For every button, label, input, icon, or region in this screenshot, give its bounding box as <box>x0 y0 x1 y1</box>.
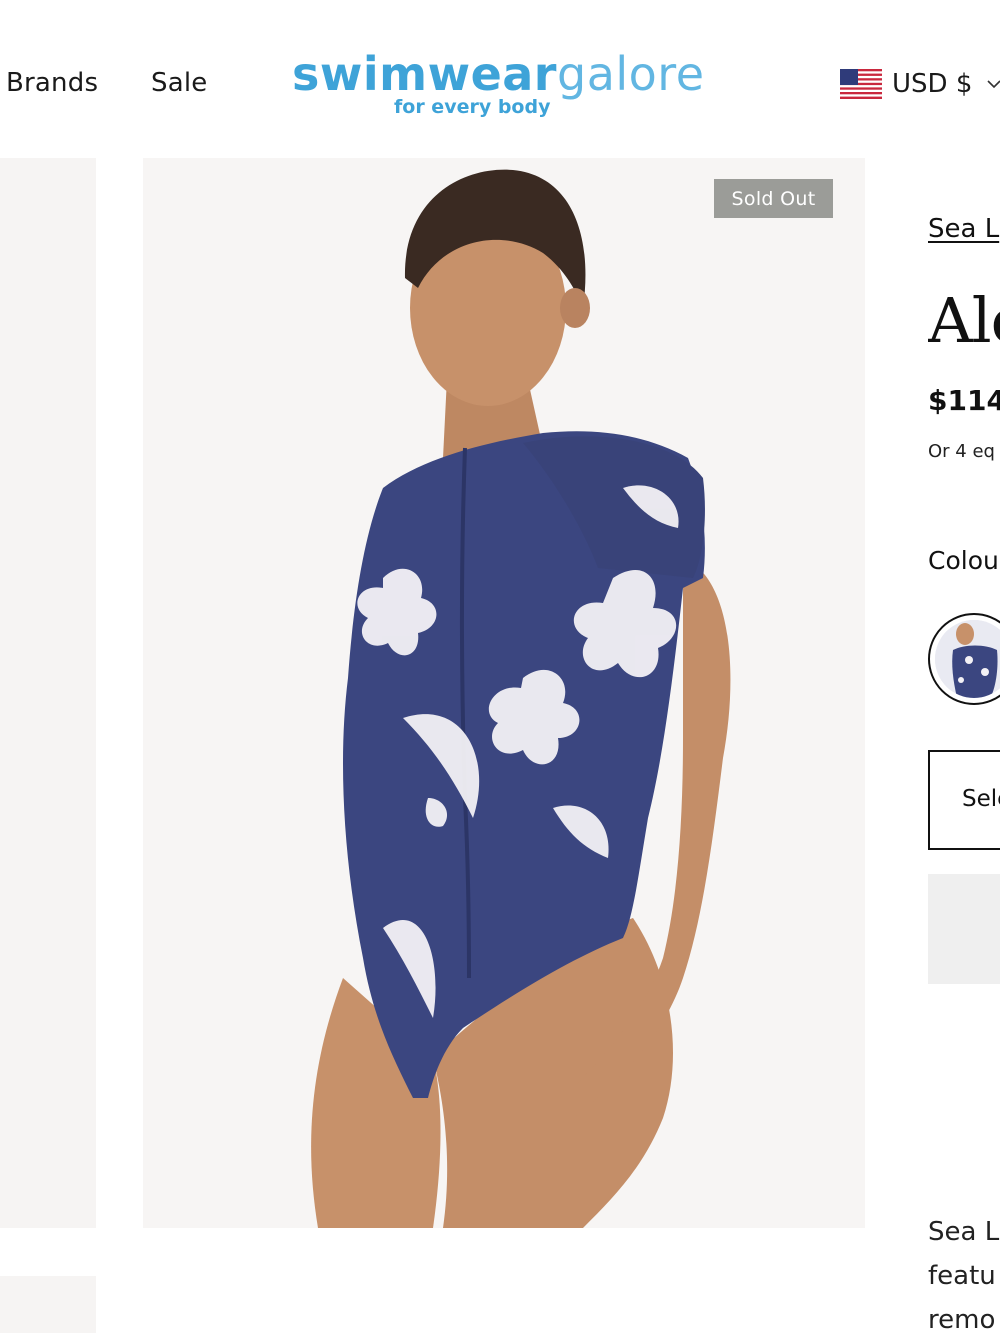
previous-image-panel[interactable] <box>0 158 96 1228</box>
logo-wordmark: swimweargalore <box>292 44 705 104</box>
size-select-label: Sele <box>962 786 1000 812</box>
size-select[interactable]: Sele <box>928 750 1000 850</box>
description-line: Sea L <box>928 1217 1000 1247</box>
gallery-thumbnail-panel[interactable] <box>0 1276 96 1333</box>
swatch-image-icon <box>935 620 1000 698</box>
sold-out-badge: Sold Out <box>714 179 833 218</box>
swatch-thumbnail <box>935 620 1000 698</box>
product-description: Sea L featu remo <box>928 1210 999 1333</box>
logo-part-light: galore <box>557 47 705 101</box>
brand-link[interactable]: Sea L <box>928 214 999 244</box>
product-info: Sea L Alo $114.0 Or 4 eq Colou Sele Sea … <box>928 0 1000 1333</box>
colour-swatch[interactable] <box>928 613 1000 705</box>
description-line: remo <box>928 1305 996 1333</box>
nav-brands[interactable]: Brands <box>6 68 98 98</box>
add-to-cart-button[interactable] <box>928 874 1000 984</box>
site-logo[interactable]: swimweargalore for every body <box>292 44 712 124</box>
nav-sale[interactable]: Sale <box>151 68 207 98</box>
logo-part-bold: swimwear <box>292 47 557 101</box>
model-illustration <box>143 158 865 1228</box>
colour-label: Colou <box>928 546 999 575</box>
product-price: $114.0 <box>928 384 1000 417</box>
product-title: Alo <box>928 284 1000 357</box>
installments-text: Or 4 eq <box>928 441 995 462</box>
us-flag-icon <box>840 69 882 99</box>
logo-tagline: for every body <box>394 96 551 118</box>
description-line: featu <box>928 1261 996 1291</box>
product-image[interactable] <box>143 158 865 1228</box>
